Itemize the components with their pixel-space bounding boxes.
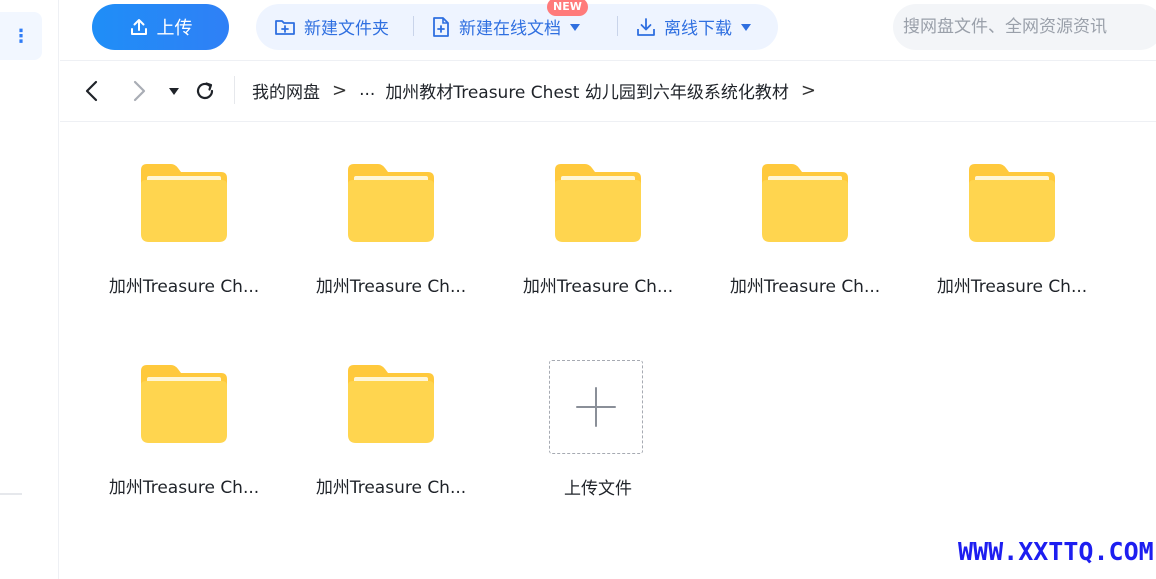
folder-plus-icon <box>275 19 295 35</box>
folder-icon <box>555 164 641 242</box>
breadcrumb-ellipsis[interactable]: ... <box>359 80 375 100</box>
back-button[interactable] <box>79 78 105 104</box>
new-badge: NEW <box>547 0 588 16</box>
toolbar-separator <box>617 16 618 36</box>
upload-icon <box>130 19 147 35</box>
refresh-button[interactable] <box>192 78 218 104</box>
sidebar-divider <box>0 493 22 495</box>
folder-icon <box>969 164 1055 242</box>
toolbar-separator <box>413 16 414 36</box>
upload-file-box[interactable] <box>549 360 643 454</box>
document-plus-icon <box>433 16 449 37</box>
folder-name: 加州Treasure Ch... <box>315 277 467 297</box>
caret-down-icon <box>570 23 580 31</box>
offline-download-label: 离线下载 <box>664 19 732 39</box>
folder-name: 加州Treasure Ch... <box>108 478 260 498</box>
upload-button-label: 上传 <box>156 18 193 39</box>
nav-divider <box>234 76 235 104</box>
folder-name: 加州Treasure Ch... <box>936 277 1088 297</box>
folder-icon <box>348 164 434 242</box>
history-dropdown-button[interactable] <box>161 78 187 104</box>
more-menu-icon[interactable]: ⋮ <box>0 12 42 60</box>
new-folder-label: 新建文件夹 <box>304 19 389 39</box>
breadcrumb: 我的网盘 > ... 加州教材Treasure Chest 幼儿园到六年级系统化… <box>252 78 818 103</box>
folder-tile[interactable]: 加州Treasure Ch... <box>513 160 683 330</box>
folder-tile[interactable]: 加州Treasure Ch... <box>99 361 269 531</box>
folder-name: 加州Treasure Ch... <box>729 277 881 297</box>
folder-tile[interactable]: 加州Treasure Ch... <box>720 160 890 330</box>
forward-button[interactable] <box>126 78 152 104</box>
new-online-doc-label: 新建在线文档 <box>459 19 561 39</box>
upload-file-tile[interactable]: 上传文件 <box>513 360 683 530</box>
chevron-right-icon <box>133 80 146 102</box>
folder-icon <box>141 164 227 242</box>
breadcrumb-current[interactable]: 加州教材Treasure Chest 幼儿园到六年级系统化教材 <box>385 78 789 103</box>
search-input[interactable] <box>893 4 1156 50</box>
refresh-icon <box>196 82 214 100</box>
folder-tile[interactable]: 加州Treasure Ch... <box>306 361 476 531</box>
breadcrumb-root[interactable]: 我的网盘 <box>252 78 320 103</box>
chevron-left-icon <box>85 80 98 102</box>
folder-tile[interactable]: 加州Treasure Ch... <box>99 160 269 330</box>
folder-tile[interactable]: 加州Treasure Ch... <box>306 160 476 330</box>
folder-name: 加州Treasure Ch... <box>315 478 467 498</box>
new-online-doc-button[interactable]: 新建在线文档 <box>431 14 581 39</box>
breadcrumb-separator: > <box>332 79 348 101</box>
folder-icon <box>141 365 227 443</box>
caret-down-icon <box>169 88 179 95</box>
caret-down-icon <box>741 23 751 31</box>
download-icon <box>637 17 655 36</box>
breadcrumb-separator: > <box>800 79 816 101</box>
watermark: WWW.XXTTQ.COM <box>958 537 1154 566</box>
folder-name: 加州Treasure Ch... <box>522 277 674 297</box>
plus-icon <box>576 387 616 427</box>
folder-icon <box>762 164 848 242</box>
upload-file-label: 上传文件 <box>564 479 632 499</box>
upload-button[interactable]: 上传 <box>92 4 229 50</box>
new-folder-button[interactable]: 新建文件夹 <box>274 14 389 39</box>
folder-name: 加州Treasure Ch... <box>108 277 260 297</box>
folder-tile[interactable]: 加州Treasure Ch... <box>927 160 1097 330</box>
offline-download-button[interactable]: 离线下载 <box>636 14 752 39</box>
folder-icon <box>348 365 434 443</box>
